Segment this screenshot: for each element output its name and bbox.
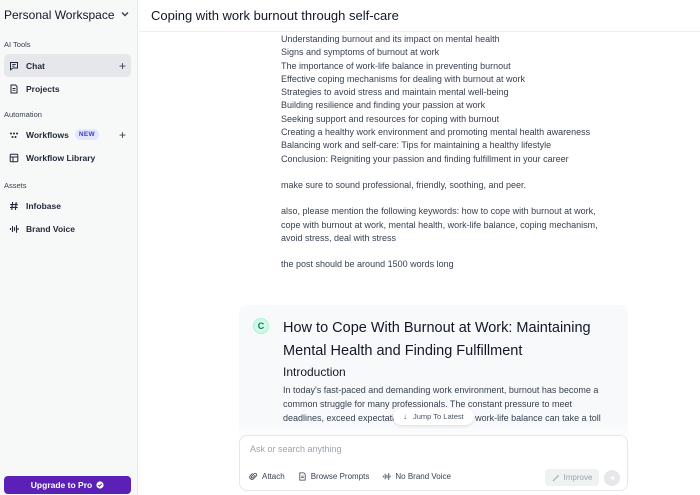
sidebar: Personal Workspace AI Tools Chat + Proje… [0,0,138,495]
sidebar-item-label: Workflows [26,129,69,140]
file-icon [9,84,19,94]
outline-item: The importance of work-life balance in p… [281,60,511,71]
section-assets: Assets [4,181,27,190]
sidebar-item-label: Infobase [26,200,61,211]
attach-button[interactable]: Attach [249,472,285,481]
composer-toolbar: Attach Browse Prompts No Brand Voice [249,472,464,481]
new-chat-plus-icon[interactable]: + [119,60,126,72]
workspace-switcher[interactable]: Personal Workspace [0,0,137,30]
new-workflow-plus-icon[interactable]: + [119,129,126,141]
user-message: Understanding burnout and its impact on … [281,33,611,271]
browse-prompts-label: Browse Prompts [310,472,370,481]
ai-response-card: C How to Cope With Burnout at Work: Main… [239,305,628,455]
composer: Attach Browse Prompts No Brand Voice Imp… [239,435,628,491]
upgrade-to-pro-button[interactable]: Upgrade to Pro [4,476,131,494]
outline-item: Seeking support and resources for coping… [281,113,500,124]
response-heading: Introduction [283,365,346,379]
outline-item: Creating a healthy work environment and … [281,127,591,138]
sidebar-item-label: Chat [26,60,45,71]
response-title: How to Cope With Burnout at Work: Mainta… [283,320,591,359]
tone-instruction: make sure to sound professional, friendl… [281,179,526,190]
chat-icon [9,61,19,71]
outline-item: Conclusion: Reigniting your passion and … [281,153,569,164]
magic-wand-icon [552,474,559,481]
voice-bars-icon [9,224,19,234]
brand-voice-label: No Brand Voice [395,472,451,481]
library-icon [9,153,19,163]
section-automation: Automation [4,110,42,119]
sidebar-item-label: Workflow Library [26,152,96,163]
browse-prompts-button[interactable]: Browse Prompts [298,472,370,481]
arrow-down-icon: ↓ [403,412,407,421]
check-badge-icon [96,481,104,489]
jump-to-latest-button[interactable]: ↓ Jump To Latest [393,408,474,425]
document-icon [299,472,306,481]
sidebar-item-chat[interactable]: Chat + [4,54,131,77]
sidebar-item-workflow-library[interactable]: Workflow Library [4,146,131,169]
attach-label: Attach [262,472,285,481]
chevron-down-icon [119,8,131,23]
sidebar-item-label: Brand Voice [26,223,75,234]
improve-label: Improve [563,473,593,482]
improve-button[interactable]: Improve [545,469,599,486]
sidebar-item-infobase[interactable]: Infobase [4,194,131,217]
brand-voice-selector[interactable]: No Brand Voice [382,472,451,481]
outline-item: Effective coping mechanisms for dealing … [281,73,525,84]
length-instruction: the post should be around 1500 words lon… [281,259,454,270]
paperclip-icon [249,472,258,480]
section-ai-tools: AI Tools [4,40,31,49]
outline-item: Building resilience and finding your pas… [281,100,486,111]
send-button[interactable] [604,470,620,486]
outline-item: Signs and symptoms of burnout at work [281,47,440,58]
send-arrow-icon [609,475,615,481]
chat-input[interactable] [250,444,610,454]
sidebar-item-brand-voice[interactable]: Brand Voice [4,217,131,240]
outline-item: Balancing work and self-care: Tips for m… [281,140,552,151]
assistant-avatar: C [253,318,269,334]
workspace-name: Personal Workspace [4,8,115,22]
voice-bars-icon [383,473,391,480]
outline-item: Strategies to avoid stress and maintain … [281,87,509,98]
workflow-icon [9,130,19,140]
new-badge: NEW [74,129,99,140]
chat-title: Coping with work burnout through self-ca… [151,8,399,23]
hash-icon [9,201,19,211]
sidebar-item-label: Projects [26,83,60,94]
upgrade-label: Upgrade to Pro [30,480,93,490]
keyword-instruction: also, please mention the following keywo… [281,206,598,243]
chat-header: Coping with work burnout through self-ca… [139,0,700,32]
sidebar-item-workflows[interactable]: Workflows NEW + [4,123,131,146]
jump-label: Jump To Latest [413,412,464,421]
outline-item: Understanding burnout and its impact on … [281,34,500,44]
sidebar-item-projects[interactable]: Projects [4,77,131,100]
